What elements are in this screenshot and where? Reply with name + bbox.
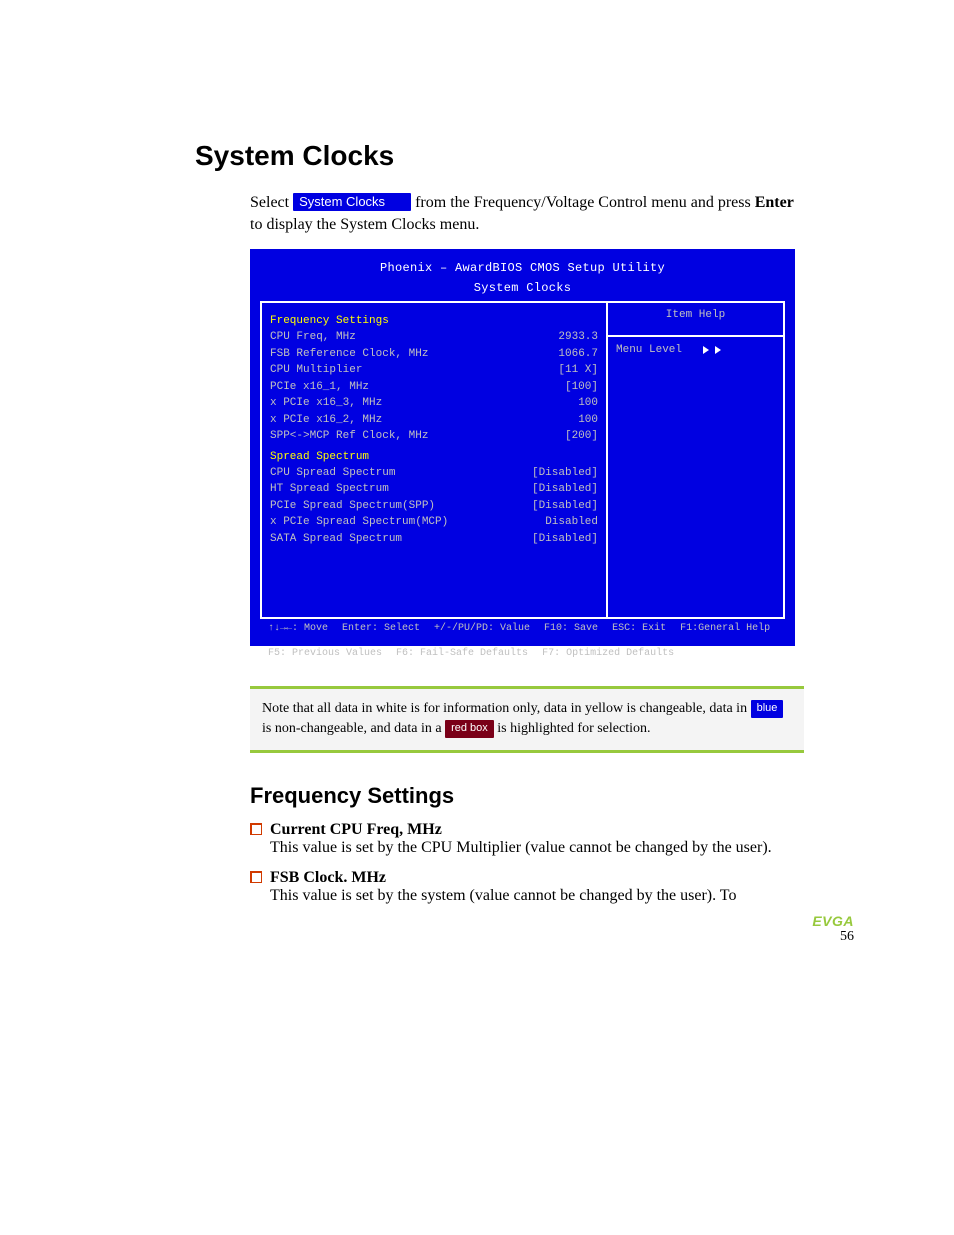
square-bullet-icon xyxy=(250,823,262,835)
section-title: System Clocks xyxy=(195,140,804,172)
list-item: Current CPU Freq, MHz This value is set … xyxy=(250,821,804,857)
bios-hint: ESC: Exit xyxy=(612,623,666,634)
intro-mid: from the Frequency/Voltage Control menu … xyxy=(415,194,751,211)
bios-row-value: [100] xyxy=(565,379,598,396)
bios-hint: Enter: Select xyxy=(342,623,420,634)
bios-row-value: 100 xyxy=(578,412,598,429)
bios-utility-name: Phoenix – AwardBIOS CMOS Setup Utility xyxy=(260,259,785,281)
bios-row-value: [Disabled] xyxy=(532,498,598,515)
enter-key: Enter xyxy=(755,194,794,211)
bios-row-label: x PCIe x16_3, MHz xyxy=(270,395,382,412)
bios-footer-hints: ↑↓→←: Move Enter: Select +/-/PU/PD: Valu… xyxy=(260,619,785,659)
bios-hint: +/-/PU/PD: Value xyxy=(434,623,530,634)
bios-hint: F7: Optimized Defaults xyxy=(542,648,674,659)
bios-row-value: [11 X] xyxy=(558,362,598,379)
bios-hint: F5: Previous Values xyxy=(268,648,382,659)
intro-highlight-chip: System Clocks xyxy=(293,193,411,211)
intro-tail: to display the System Clocks menu. xyxy=(250,216,479,233)
bios-row-value: [200] xyxy=(565,428,598,445)
bios-row-label: CPU Multiplier xyxy=(270,362,362,379)
bios-row-label: x PCIe Spread Spectrum(MCP) xyxy=(270,514,448,531)
list-item: FSB Clock. MHz This value is set by the … xyxy=(250,869,804,905)
note-box: Note that all data in white is for infor… xyxy=(250,686,804,753)
bios-section-heading-1: Spread Spectrum xyxy=(270,451,598,463)
page-number: 56 xyxy=(812,929,854,945)
bios-row-value: [Disabled] xyxy=(532,481,598,498)
item-heading: FSB Clock. MHz xyxy=(270,869,386,887)
bios-row-label: SATA Spread Spectrum xyxy=(270,531,402,548)
subsection-title: Frequency Settings xyxy=(250,783,804,809)
bios-row-value: Disabled xyxy=(545,514,598,531)
note-text: is non-changeable, and data in a xyxy=(262,721,442,736)
blue-chip: blue xyxy=(751,700,784,718)
bios-screenshot: Phoenix – AwardBIOS CMOS Setup Utility S… xyxy=(250,249,795,646)
brand-logo-text: EVGA xyxy=(812,913,854,929)
intro-pre: Select xyxy=(250,194,289,211)
bios-menu-level-label: Menu Level xyxy=(616,343,682,358)
note-text: Note that all data in white is for infor… xyxy=(262,701,747,716)
square-bullet-icon xyxy=(250,871,262,883)
bios-hint: F10: Save xyxy=(544,623,598,634)
bios-row-label: HT Spread Spectrum xyxy=(270,481,389,498)
help-arrow-icon xyxy=(703,346,709,354)
page-footer: EVGA 56 xyxy=(812,913,854,945)
bios-section-heading-0: Frequency Settings xyxy=(270,315,598,327)
bios-row-label: PCIe x16_1, MHz xyxy=(270,379,369,396)
bios-hint: ↑↓→←: Move xyxy=(268,623,328,634)
bios-row-value: [Disabled] xyxy=(532,465,598,482)
bios-hint: F1:General Help xyxy=(680,623,770,634)
bios-row-value: 1066.7 xyxy=(558,346,598,363)
item-body: This value is set by the system (value c… xyxy=(270,887,804,905)
intro-paragraph: Select System Clocks from the Frequency/… xyxy=(250,192,804,235)
bios-row-value: 100 xyxy=(578,395,598,412)
bios-row-value: 2933.3 xyxy=(558,329,598,346)
bios-menu-title: System Clocks xyxy=(260,281,785,301)
bios-hint: F6: Fail-Safe Defaults xyxy=(396,648,528,659)
bios-row-label: SPP<->MCP Ref Clock, MHz xyxy=(270,428,428,445)
bios-row-label: PCIe Spread Spectrum(SPP) xyxy=(270,498,435,515)
bios-row-label: FSB Reference Clock, MHz xyxy=(270,346,428,363)
bios-row-label: CPU Spread Spectrum xyxy=(270,465,395,482)
item-heading: Current CPU Freq, MHz xyxy=(270,821,442,839)
bios-row-label: x PCIe x16_2, MHz xyxy=(270,412,382,429)
help-arrow-icon xyxy=(715,346,721,354)
bios-row-value: [Disabled] xyxy=(532,531,598,548)
bios-help-title: Item Help xyxy=(608,303,783,337)
bios-left-pane: Frequency Settings CPU Freq, MHz 2933.3 F… xyxy=(262,303,608,617)
red-chip: red box xyxy=(445,720,494,738)
note-text: is highlighted for selection. xyxy=(497,721,650,736)
item-body: This value is set by the CPU Multiplier … xyxy=(270,839,804,857)
bios-right-pane: Item Help Menu Level xyxy=(608,303,783,617)
bios-row-label: CPU Freq, MHz xyxy=(270,329,356,346)
